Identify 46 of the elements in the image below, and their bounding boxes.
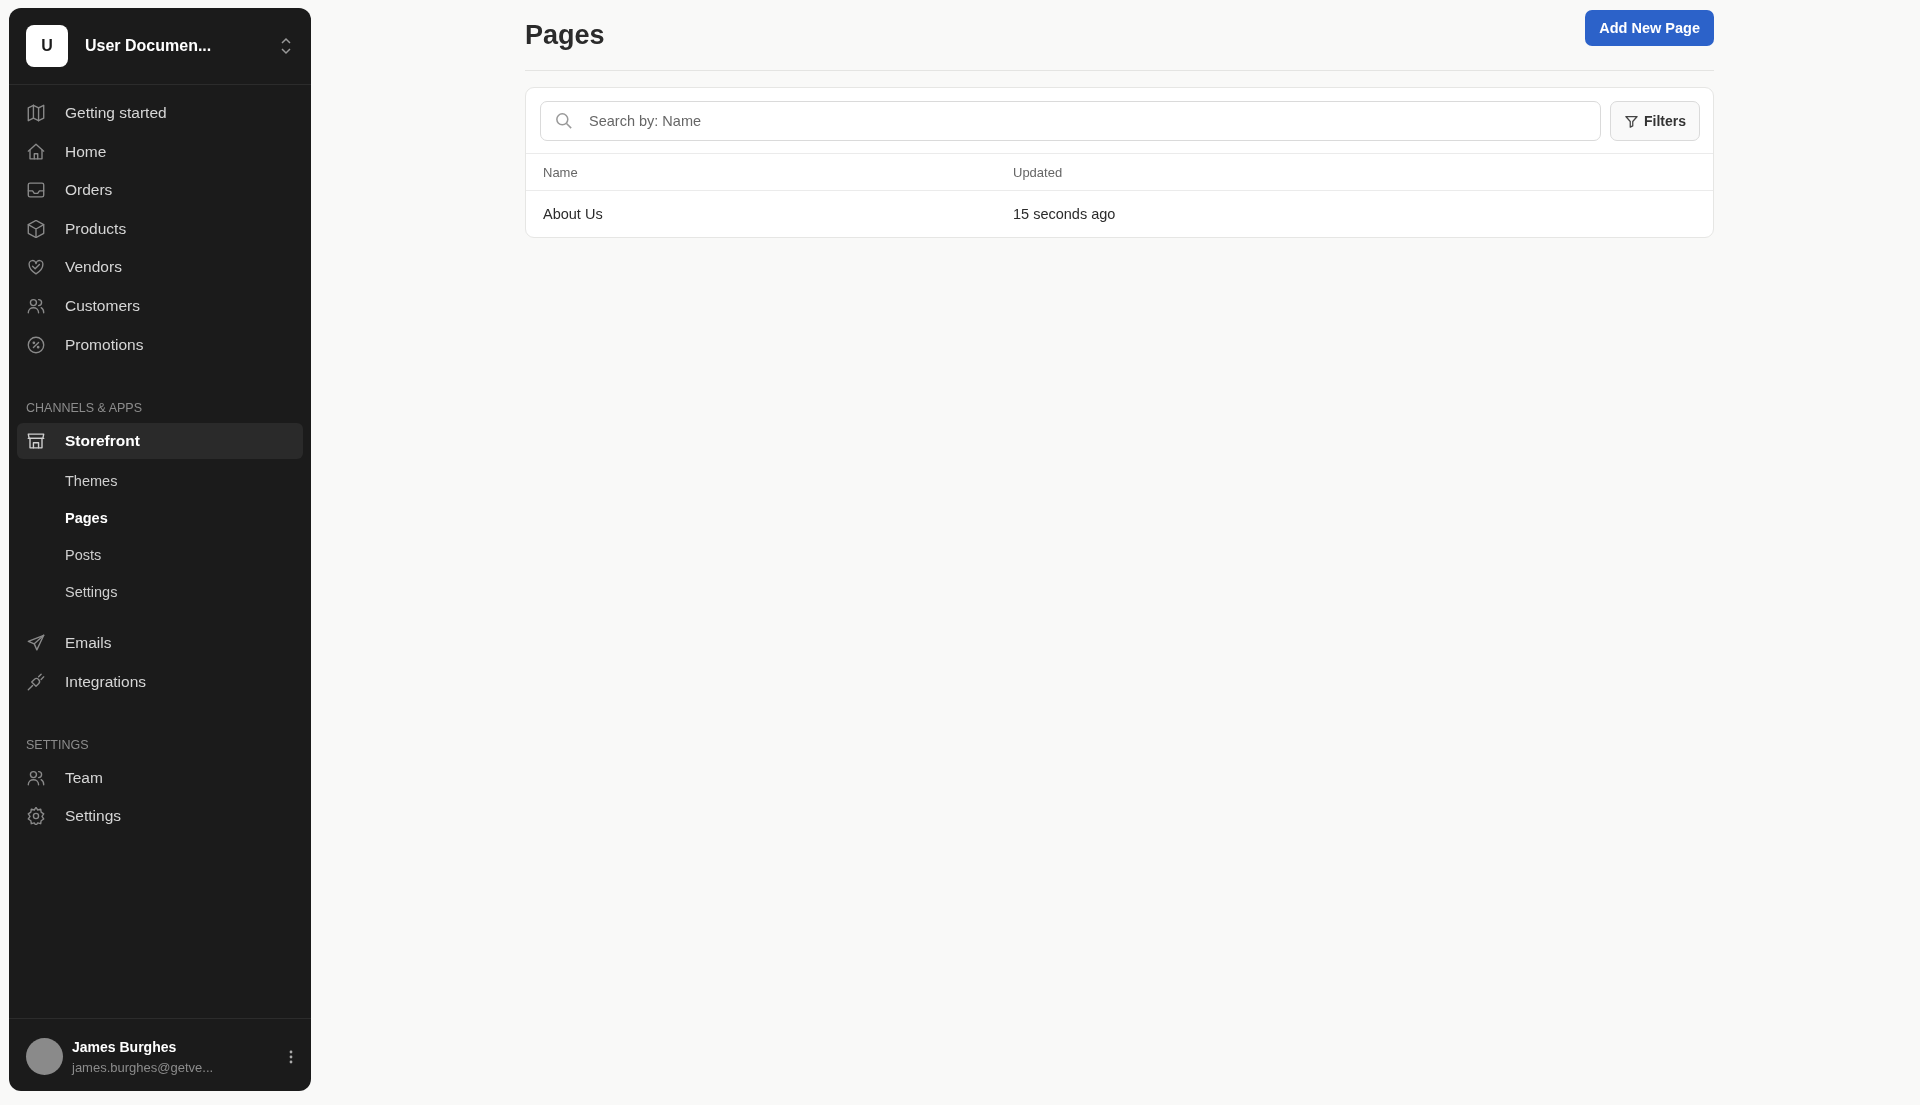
storefront-icon	[27, 431, 45, 450]
more-icon[interactable]	[289, 1049, 293, 1064]
home-icon	[27, 142, 45, 161]
section-heading: CHANNELS & APPS	[25, 400, 143, 415]
percent-badge-icon	[27, 335, 45, 354]
column-header[interactable]: Name	[543, 164, 1013, 180]
nav-item[interactable]: Storefront	[17, 422, 303, 459]
nav-item[interactable]: Settings	[17, 798, 303, 835]
plug-icon	[27, 672, 45, 691]
search-icon	[556, 113, 572, 129]
nav-item[interactable]: Products	[17, 210, 303, 247]
user-email: james.burghes@getve...	[72, 1059, 215, 1075]
nav-item[interactable]: Getting started	[17, 95, 303, 131]
nav-item[interactable]: Orders	[17, 172, 303, 209]
chevron-updown-icon[interactable]	[279, 37, 293, 55]
filter-icon	[1624, 113, 1639, 129]
nav-item[interactable]: Promotions	[17, 326, 303, 363]
settings-icon	[27, 807, 45, 826]
nav-item[interactable]: Emails	[17, 625, 303, 662]
nav-item[interactable]: Home	[17, 133, 303, 170]
workspace-logo: U	[26, 25, 68, 67]
nav-item[interactable]: Integrations	[17, 663, 303, 700]
users-icon	[27, 296, 45, 315]
column-header[interactable]: Updated	[1013, 164, 1696, 180]
filters-button[interactable]: Filters	[1610, 101, 1700, 141]
avatar[interactable]	[26, 1038, 63, 1075]
nav-subitem[interactable]: Settings	[65, 575, 303, 610]
section-heading: SETTINGS	[25, 737, 90, 752]
map-icon	[27, 104, 45, 122]
workspace-name[interactable]: User Documen...	[85, 37, 279, 55]
nav-item[interactable]: Vendors	[17, 249, 303, 286]
page-title: Pages	[525, 19, 605, 51]
users-icon	[27, 768, 45, 787]
search-field[interactable]: Search by: Name	[540, 101, 1601, 141]
table-cell-text: 15 seconds ago	[1013, 206, 1117, 222]
table-cell-text: About Us	[543, 206, 604, 222]
nav-subitem[interactable]: Themes	[65, 464, 303, 499]
package-icon	[27, 219, 45, 238]
send-icon	[27, 634, 45, 653]
add-page-button[interactable]: Add New Page	[1585, 10, 1714, 46]
nav-item[interactable]: Team	[17, 759, 303, 796]
nav-subitem[interactable]: Pages	[65, 501, 303, 536]
inbox-icon	[27, 181, 45, 200]
nav-item[interactable]: Customers	[17, 287, 303, 324]
user-name: James Burghes	[72, 1038, 178, 1055]
nav-subitem[interactable]: Posts	[65, 538, 303, 573]
